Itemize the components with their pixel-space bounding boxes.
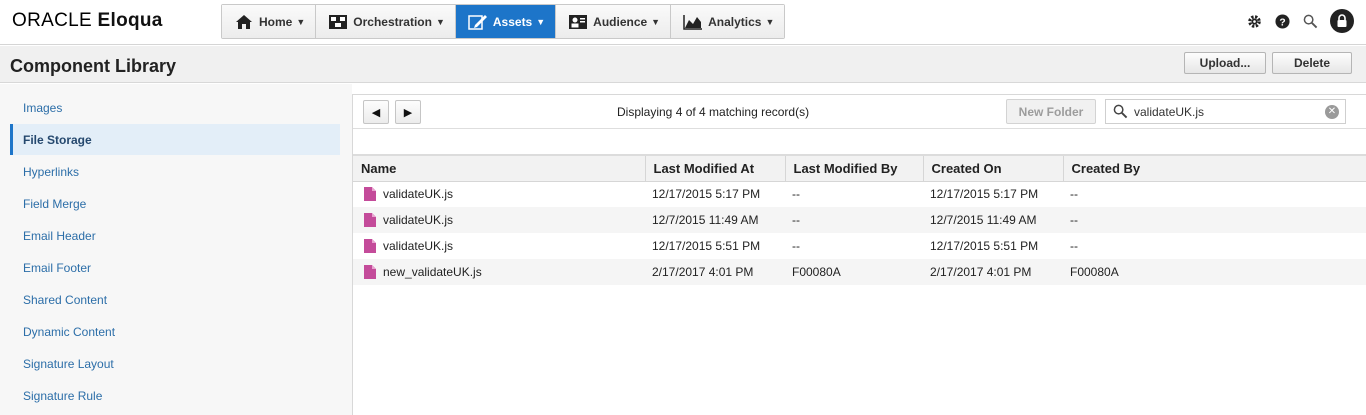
column-header-name[interactable]: Name <box>353 156 646 182</box>
table-row[interactable]: new_validateUK.js 2/17/2017 4:01 PM F000… <box>353 259 1366 285</box>
upload-button[interactable]: Upload... <box>1184 52 1266 74</box>
page-header: Component Library Upload... Delete <box>0 46 1366 83</box>
file-name-cell[interactable]: new_validateUK.js <box>360 265 645 279</box>
chevron-down-icon: ▼ <box>435 16 445 27</box>
last-modified-at-cell: 12/17/2015 5:51 PM <box>652 239 761 253</box>
file-name: validateUK.js <box>383 213 454 227</box>
main-nav: Home ▼ Orchestration ▼ Assets ▼ Audience… <box>221 4 786 39</box>
last-modified-by-cell: -- <box>792 239 800 253</box>
nav-assets[interactable]: Assets ▼ <box>455 5 557 38</box>
nav-assets-label: Assets <box>492 14 533 29</box>
previous-page-button[interactable]: ◀ <box>363 100 389 124</box>
file-icon <box>364 239 376 253</box>
created-by-cell: -- <box>1063 207 1366 233</box>
help-icon[interactable]: ? <box>1274 13 1290 29</box>
created-on-cell: 12/17/2015 5:51 PM <box>930 239 1039 253</box>
component-sidebar: Images File Storage Hyperlinks Field Mer… <box>0 84 352 415</box>
search-field[interactable]: ✕ <box>1105 99 1346 124</box>
file-name-cell[interactable]: validateUK.js <box>360 187 645 202</box>
table-row[interactable]: validateUK.js 12/17/2015 5:17 PM -- 12/1… <box>353 181 1366 207</box>
chevron-down-icon: ▼ <box>296 16 306 27</box>
record-count-text: Displaying 4 of 4 matching record(s) <box>617 105 810 119</box>
nav-audience[interactable]: Audience ▼ <box>556 5 672 38</box>
top-right-tools: ? <box>1246 9 1354 33</box>
search-input[interactable] <box>1131 101 1321 122</box>
user-avatar-icon[interactable] <box>1330 9 1354 33</box>
file-table: Name Last Modified At Last Modified By C… <box>353 156 1366 285</box>
sidebar-item-signature-layout[interactable]: Signature Layout <box>10 348 340 379</box>
file-icon <box>364 213 376 227</box>
sidebar-item-email-header[interactable]: Email Header <box>10 220 340 251</box>
sidebar-item-file-storage[interactable]: File Storage <box>10 124 340 155</box>
file-name: validateUK.js <box>383 187 454 202</box>
toolbar-divider <box>353 128 1366 156</box>
home-icon <box>234 13 254 31</box>
top-bar: ORACLE Eloqua Home ▼ Orchestration ▼ Ass… <box>0 0 1366 45</box>
nav-home-label: Home <box>259 14 293 29</box>
created-by-cell: F00080A <box>1063 259 1366 285</box>
nav-home[interactable]: Home ▼ <box>222 5 317 38</box>
svg-text:?: ? <box>1279 17 1285 28</box>
sidebar-item-images[interactable]: Images <box>10 92 340 123</box>
last-modified-by-cell: -- <box>785 207 923 233</box>
last-modified-by-cell: F00080A <box>785 259 923 285</box>
file-name-cell[interactable]: validateUK.js <box>360 239 645 253</box>
created-on-cell: 12/17/2015 5:17 PM <box>930 187 1039 202</box>
nav-analytics[interactable]: Analytics ▼ <box>671 5 785 38</box>
chevron-down-icon: ▼ <box>651 16 661 27</box>
oracle-eloqua-logo[interactable]: ORACLE Eloqua <box>12 10 163 32</box>
sidebar-item-hyperlinks[interactable]: Hyperlinks <box>10 156 340 187</box>
next-page-button[interactable]: ▶ <box>395 100 421 124</box>
sidebar-item-signature-rule[interactable]: Signature Rule <box>10 380 340 411</box>
column-header-created-by[interactable]: Created By <box>1063 156 1366 182</box>
chevron-down-icon: ▼ <box>536 16 546 27</box>
chevron-down-icon: ▼ <box>765 16 775 27</box>
gear-icon[interactable] <box>1246 13 1262 29</box>
created-on-cell: 12/7/2015 11:49 AM <box>923 207 1063 233</box>
last-modified-by-cell: -- <box>792 187 800 202</box>
nav-audience-label: Audience <box>593 14 648 29</box>
nav-orchestration-label: Orchestration <box>353 14 432 29</box>
sidebar-item-email-footer[interactable]: Email Footer <box>10 252 340 283</box>
last-modified-at-cell: 12/17/2015 5:17 PM <box>652 187 761 202</box>
clear-search-icon[interactable]: ✕ <box>1325 104 1339 119</box>
nav-orchestration[interactable]: Orchestration ▼ <box>316 5 456 38</box>
orchestration-icon <box>328 13 348 31</box>
search-icon <box>1109 100 1131 123</box>
table-header-row: Name Last Modified At Last Modified By C… <box>353 156 1366 182</box>
sidebar-item-field-merge[interactable]: Field Merge <box>10 188 340 219</box>
audience-icon <box>568 13 588 31</box>
created-on-cell: 2/17/2017 4:01 PM <box>923 259 1063 285</box>
file-storage-panel: ◀ ▶ Displaying 4 of 4 matching record(s)… <box>352 94 1366 415</box>
analytics-chart-icon <box>683 13 703 31</box>
sidebar-item-shared-content[interactable]: Shared Content <box>10 284 340 315</box>
file-name-cell[interactable]: validateUK.js <box>360 213 645 227</box>
file-name: new_validateUK.js <box>383 265 482 279</box>
column-header-last-modified-at[interactable]: Last Modified At <box>645 156 786 182</box>
file-icon <box>364 265 376 279</box>
sidebar-item-dynamic-content[interactable]: Dynamic Content <box>10 316 340 347</box>
delete-button[interactable]: Delete <box>1272 52 1352 74</box>
file-icon <box>364 187 376 202</box>
logo-product-text: Eloqua <box>97 10 163 31</box>
file-name: validateUK.js <box>383 239 454 253</box>
created-by-cell: -- <box>1070 239 1078 253</box>
column-header-last-modified-by[interactable]: Last Modified By <box>785 156 924 182</box>
page-title: Component Library <box>10 56 177 76</box>
new-folder-button[interactable]: New Folder <box>1006 99 1096 124</box>
assets-pencil-icon <box>468 13 488 31</box>
created-by-cell: -- <box>1070 187 1078 202</box>
column-header-created-on[interactable]: Created On <box>923 156 1064 182</box>
search-icon[interactable] <box>1302 13 1318 29</box>
last-modified-at-cell: 2/17/2017 4:01 PM <box>645 259 785 285</box>
nav-analytics-label: Analytics <box>708 14 762 29</box>
table-row[interactable]: validateUK.js 12/17/2015 5:51 PM -- 12/1… <box>353 233 1366 259</box>
table-row[interactable]: validateUK.js 12/7/2015 11:49 AM -- 12/7… <box>353 207 1366 233</box>
logo-oracle-text: ORACLE <box>12 10 92 31</box>
last-modified-at-cell: 12/7/2015 11:49 AM <box>645 207 785 233</box>
